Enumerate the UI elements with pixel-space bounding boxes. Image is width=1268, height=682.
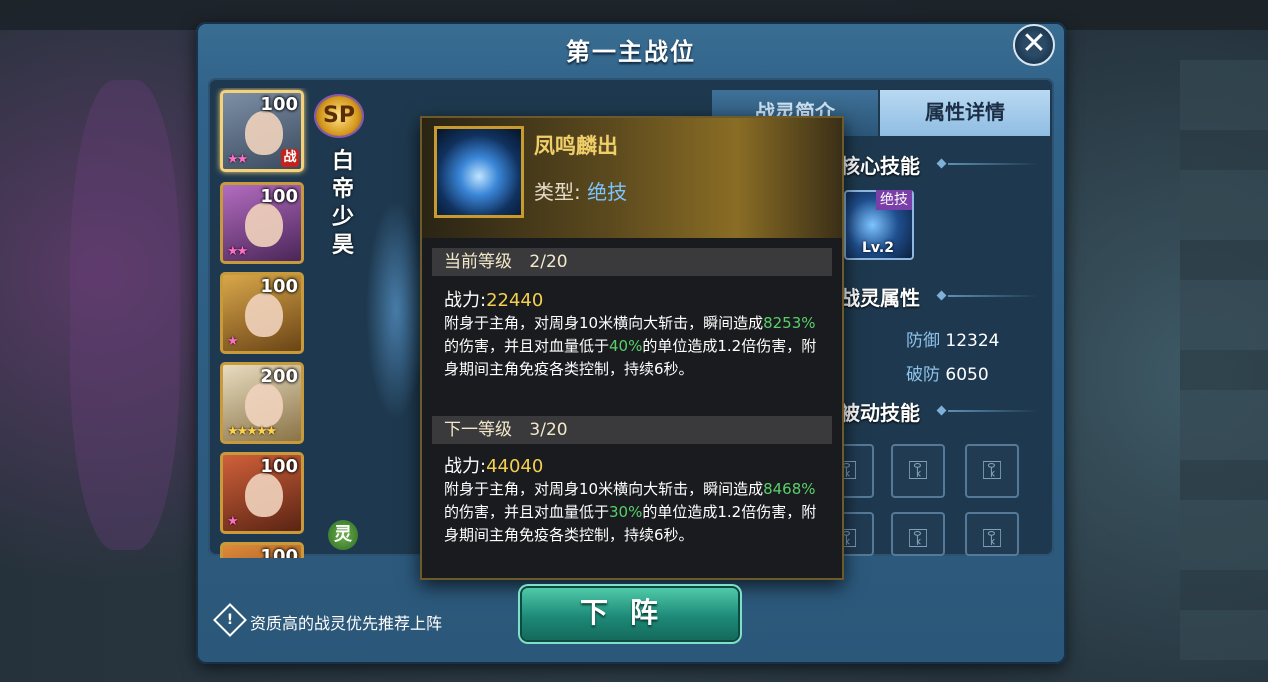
next-description: 附身于主角，对周身10米横向大斩击，瞬间造成8468% 的伤害，并且对血量低于30… bbox=[444, 478, 828, 547]
dialog-title: 第一主战位 bbox=[566, 38, 696, 66]
card-level: 100 bbox=[260, 94, 298, 115]
desc-highlight: 8253% bbox=[763, 314, 816, 332]
card-level: 100 bbox=[260, 276, 298, 297]
roster-card[interactable]: 100 ★ bbox=[220, 272, 304, 354]
card-level: 100 bbox=[260, 186, 298, 207]
core-skill-heading: 核心技能 bbox=[840, 154, 920, 178]
character-portrait bbox=[245, 111, 283, 155]
next-level-label: 下一等级 bbox=[444, 420, 512, 440]
card-level: 100 bbox=[260, 456, 298, 477]
tooltip-header: 凤鸣麟出 类型: 绝技 bbox=[422, 118, 842, 238]
attr-value: 6050 bbox=[945, 365, 989, 385]
attr-key: 破防 bbox=[906, 365, 940, 385]
attr-defense: 防御 12324 bbox=[906, 326, 1000, 351]
attributes-heading: 战灵属性 bbox=[840, 286, 920, 310]
section-divider bbox=[948, 410, 1038, 412]
card-stars: ★★★★★ bbox=[227, 424, 277, 439]
desc-text: 附身于主角，对周身10米横向大斩击，瞬间造成 bbox=[444, 480, 764, 498]
skill-level: Lv.2 bbox=[862, 240, 894, 256]
passive-skill-slot[interactable]: ⚿ bbox=[891, 444, 945, 498]
passive-skill-slot[interactable]: ⚿ bbox=[965, 444, 1019, 498]
background-slots bbox=[1180, 60, 1268, 660]
power-value: 22440 bbox=[486, 290, 544, 311]
current-level-bar: 当前等级 2/20 bbox=[432, 248, 832, 276]
character-artwork bbox=[366, 200, 426, 420]
desc-text: 的伤害，并且对血量低于 bbox=[444, 503, 610, 521]
section-divider bbox=[948, 163, 1038, 165]
skill-type: 类型: 绝技 bbox=[534, 176, 627, 205]
tab-attributes[interactable]: 属性详情 bbox=[880, 90, 1050, 136]
current-level-value: 2/20 bbox=[529, 252, 568, 272]
power-label: 战力: bbox=[444, 290, 487, 311]
element-badge: 灵 bbox=[328, 520, 358, 550]
character-roster-list[interactable]: 100 ★★ 战 100 ★★ 100 ★ 200 ★★★★★ 100 ★ 10… bbox=[214, 88, 310, 558]
power-label: 战力: bbox=[444, 456, 487, 477]
skill-tooltip: 凤鸣麟出 类型: 绝技 当前等级 2/20 战力:22440 附身于主角，对周身… bbox=[420, 116, 844, 580]
skill-type-value: 绝技 bbox=[587, 180, 628, 204]
character-portrait bbox=[245, 473, 283, 517]
close-button[interactable]: ✕ bbox=[1013, 24, 1055, 66]
attr-armor-break: 破防 6050 bbox=[906, 360, 989, 385]
next-power: 战力:44040 bbox=[444, 452, 543, 478]
skill-icon bbox=[434, 126, 524, 218]
skill-name: 凤鸣麟出 bbox=[534, 134, 618, 158]
card-stars: ★★ bbox=[227, 244, 248, 259]
attr-value: 12324 bbox=[945, 331, 1000, 351]
section-divider bbox=[948, 295, 1038, 297]
current-level-label: 当前等级 bbox=[444, 252, 512, 272]
passive-skill-slot[interactable]: ⚿ bbox=[891, 512, 945, 556]
power-value: 44040 bbox=[486, 456, 544, 477]
skill-type-label: 类型: bbox=[534, 180, 581, 204]
current-power: 战力:22440 bbox=[444, 286, 543, 312]
current-description: 附身于主角，对周身10米横向大斩击，瞬间造成8253% 的伤害，并且对血量低于40… bbox=[444, 312, 828, 381]
card-stars: ★★ bbox=[227, 152, 248, 167]
desc-text: 的伤害，并且对血量低于 bbox=[444, 337, 610, 355]
desc-highlight: 40% bbox=[609, 337, 643, 355]
deployed-badge: 战 bbox=[281, 149, 299, 167]
character-portrait bbox=[245, 383, 283, 427]
next-level-bar: 下一等级 3/20 bbox=[432, 416, 832, 444]
attr-key: 防御 bbox=[906, 331, 940, 351]
roster-card[interactable]: 200 ★★★★★ bbox=[220, 362, 304, 444]
desc-highlight: 8468% bbox=[763, 480, 816, 498]
roster-card[interactable]: 100 ★★ bbox=[220, 182, 304, 264]
passive-skill-slot[interactable]: ⚿ bbox=[965, 512, 1019, 556]
sp-rarity-badge: SP bbox=[316, 96, 362, 136]
card-stars: ★ bbox=[227, 334, 239, 349]
desc-text: 附身于主角，对周身10米横向大斩击，瞬间造成 bbox=[444, 314, 764, 332]
roster-card[interactable]: 100 ★★ 战 bbox=[220, 90, 304, 172]
desc-highlight: 30% bbox=[609, 503, 643, 521]
recommendation-tip: 资质高的战灵优先推荐上阵 bbox=[250, 614, 443, 633]
character-portrait bbox=[245, 293, 283, 337]
undeploy-button[interactable]: 下阵 bbox=[522, 588, 738, 640]
passive-skills-heading: 被动技能 bbox=[840, 401, 920, 425]
character-portrait bbox=[245, 203, 283, 247]
background-character bbox=[70, 80, 180, 550]
skill-type-tag: 绝技 bbox=[876, 190, 912, 210]
roster-card[interactable]: 100 ★ bbox=[220, 452, 304, 534]
card-level: 200 bbox=[260, 366, 298, 387]
card-level: 100 bbox=[260, 546, 298, 558]
character-name: 白帝少昊 bbox=[331, 149, 354, 258]
next-level-value: 3/20 bbox=[529, 420, 568, 440]
card-stars: ★ bbox=[227, 514, 239, 529]
roster-card[interactable]: 100 bbox=[220, 542, 304, 558]
